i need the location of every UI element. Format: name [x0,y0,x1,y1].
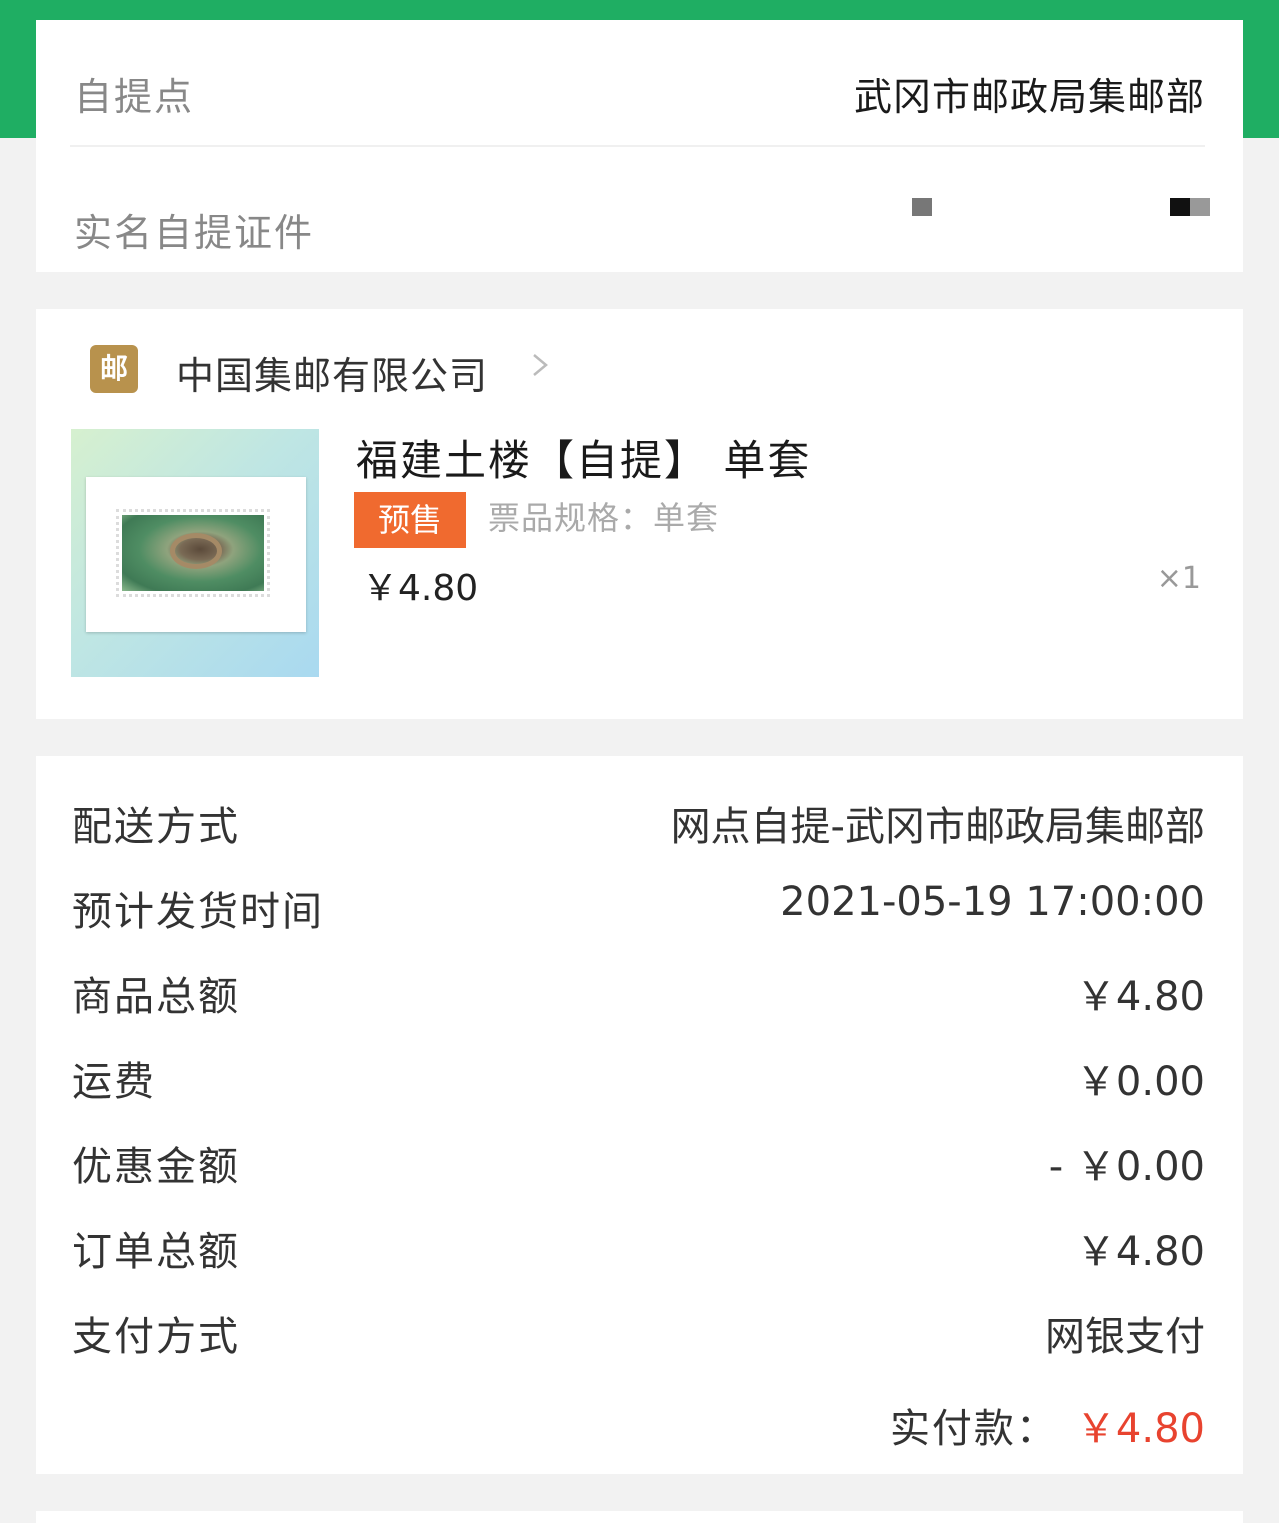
detail-row-order-total: 订单总额 ￥4.80 [36,1219,1243,1289]
product-quantity: ×1 [1156,561,1201,596]
detail-row-goods-total: 商品总额 ￥4.80 [36,964,1243,1034]
amount-paid: 实付款： ￥4.80 [890,1396,1205,1454]
detail-row-ship-time: 预计发货时间 2021-05-19 17:00:00 [36,879,1243,949]
product-card: 邮 中国集邮有限公司 福建土楼【自提】 单套 预售 票品规格：单套 ￥4.80 … [36,309,1243,719]
shipping-fee-value: ￥0.00 [1075,1059,1205,1105]
amount-paid-label: 实付款： [889,1406,1058,1452]
goods-total-value: ￥4.80 [1075,974,1205,1020]
delivery-method-label: 配送方式 [72,804,240,850]
ship-time-value: 2021-05-19 17:00:00 [780,879,1205,925]
product-spec: 票品规格：单套 [488,499,720,537]
discount-label: 优惠金额 [72,1144,240,1190]
pickup-point-label: 自提点 [74,75,195,119]
stamp-image [116,509,270,597]
delivery-method-value: 网点自提-武冈市邮政局集邮部 [670,804,1205,850]
product-title[interactable]: 福建土楼【自提】 单套 [356,427,811,488]
detail-row-delivery: 配送方式 网点自提-武冈市邮政局集邮部 [36,794,1243,864]
shop-logo-icon: 邮 [90,345,138,393]
ship-time-label: 预计发货时间 [72,889,324,935]
payment-method-value: 网银支付 [1045,1314,1205,1360]
product-thumbnail[interactable] [71,429,319,677]
order-details-card: 配送方式 网点自提-武冈市邮政局集邮部 预计发货时间 2021-05-19 17… [36,756,1243,1474]
shop-name-link[interactable]: 中国集邮有限公司 [176,345,488,400]
pickup-point-value: 武冈市邮政局集邮部 [853,75,1205,119]
pickup-id-label: 实名自提证件 [74,211,315,255]
detail-row-payment-method: 支付方式 网银支付 [36,1304,1243,1374]
payment-method-label: 支付方式 [72,1314,240,1360]
detail-row-shipping-fee: 运费 ￥0.00 [36,1049,1243,1119]
redacted-id-mark [1170,198,1190,216]
next-card-edge [36,1511,1243,1523]
product-price: ￥4.80 [362,568,479,609]
order-total-label: 订单总额 [72,1229,240,1275]
shipping-fee-label: 运费 [72,1059,156,1105]
redacted-id-mark [1190,198,1210,216]
chevron-right-icon[interactable] [528,353,552,377]
stamp-sheet-image [86,477,306,632]
pickup-info-card: 自提点 武冈市邮政局集邮部 实名自提证件 [36,20,1243,272]
pickup-id-row: 实名自提证件 [36,146,1243,272]
pickup-point-row: 自提点 武冈市邮政局集邮部 [36,20,1243,146]
goods-total-label: 商品总额 [72,974,240,1020]
order-total-value: ￥4.80 [1075,1229,1205,1275]
amount-paid-value: ￥4.80 [1075,1406,1205,1452]
presale-badge: 预售 [354,492,466,548]
discount-value: - ￥0.00 [1048,1144,1205,1190]
detail-row-discount: 优惠金额 - ￥0.00 [36,1134,1243,1204]
redacted-id-mark [912,198,932,216]
